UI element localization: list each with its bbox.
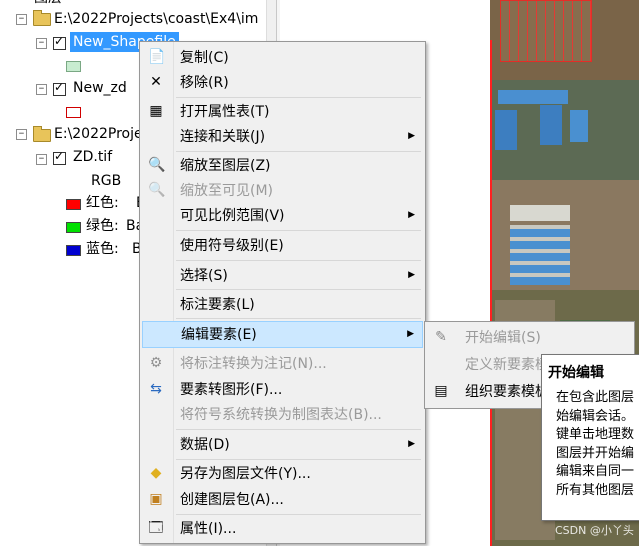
folder-icon bbox=[33, 126, 51, 142]
menu-separator bbox=[176, 318, 421, 319]
zd-tif-visibility-checkbox[interactable] bbox=[53, 149, 66, 165]
green-band-swatch[interactable] bbox=[66, 222, 81, 233]
table-icon: ▦ bbox=[149, 103, 163, 119]
red-band-label: 红色: bbox=[86, 195, 119, 211]
toc-rgb-label: RGB bbox=[91, 173, 122, 189]
zoom-to-layer-icon: 🔍 bbox=[148, 157, 166, 173]
menu-item-zoom-to-visible: 🔍 缩放至可见(M) bbox=[148, 182, 274, 199]
menu-separator bbox=[176, 230, 421, 231]
new-shapefile-visibility-checkbox[interactable] bbox=[53, 34, 66, 50]
menu-item-create-layer-package[interactable]: ▣ 创建图层包(A)... bbox=[142, 487, 423, 512]
submenu-arrow-icon: ▶ bbox=[408, 270, 415, 280]
menu-separator bbox=[176, 459, 421, 460]
menu-item-edit-features[interactable]: 编辑要素(E) ▶ bbox=[142, 321, 423, 348]
menu-item-remove[interactable]: ✕ 移除(R) bbox=[142, 70, 423, 95]
collapse-new-zd-icon[interactable]: − bbox=[36, 84, 47, 95]
submenu-arrow-icon: ▶ bbox=[407, 329, 414, 339]
toc-top-label: 图层 bbox=[34, 0, 62, 8]
menu-item-convert-symbology: 将符号系统转换为制图表达(B)... bbox=[180, 407, 382, 423]
menu-item-properties[interactable]: 🗔 属性(I)... bbox=[142, 516, 423, 541]
tooltip-title: 开始编辑 bbox=[548, 365, 604, 381]
zoom-to-visible-icon: 🔍 bbox=[148, 182, 166, 198]
red-band-swatch[interactable] bbox=[66, 199, 81, 210]
menu-item-save-as-layer-file[interactable]: ◆ 另存为图层文件(Y)... bbox=[142, 461, 423, 486]
copy-icon: 📄 bbox=[148, 49, 166, 65]
menu-separator bbox=[176, 289, 421, 290]
remove-icon: ✕ bbox=[150, 74, 162, 90]
menu-item-convert-labels: ⚙ 将标注转换为注记(N)... bbox=[149, 355, 327, 372]
new-zd-visibility-checkbox[interactable] bbox=[53, 80, 66, 96]
blue-band-label: 蓝色: bbox=[86, 241, 119, 257]
tooltip-body: 在包含此图层 始编辑会话。 键单击地理数 图层并开始编 编辑来自同一 所有其他图… bbox=[556, 390, 635, 498]
blue-band-swatch[interactable] bbox=[66, 245, 81, 256]
collapse-new-shapefile-icon[interactable]: − bbox=[36, 38, 47, 49]
menu-item-copy[interactable]: 📄 复制(C) bbox=[142, 45, 423, 70]
collapse-folder2-icon[interactable]: − bbox=[16, 129, 27, 140]
new-shapefile-symbol[interactable] bbox=[66, 61, 81, 72]
menu-item-symbol-levels[interactable]: 使用符号级别(E) bbox=[142, 233, 423, 258]
menu-item-features-to-graphics[interactable]: ⇆ 要素转图形(F)... bbox=[142, 377, 423, 402]
menu-separator bbox=[176, 429, 421, 430]
convert-labels-icon: ⚙ bbox=[149, 355, 163, 371]
menu-item-label-features[interactable]: 标注要素(L) bbox=[142, 292, 423, 317]
submenu-arrow-icon: ▶ bbox=[408, 439, 415, 449]
new-zd-symbol[interactable] bbox=[66, 107, 81, 118]
watermark: CSDN @小丫头 bbox=[555, 524, 634, 537]
collapse-folder1-icon[interactable]: − bbox=[16, 14, 27, 25]
toc-new-zd-label[interactable]: New_zd bbox=[73, 78, 127, 98]
menu-separator bbox=[176, 151, 421, 152]
layer-package-icon: ▣ bbox=[149, 491, 163, 507]
organize-templates-icon: ▤ bbox=[434, 383, 448, 399]
menu-separator bbox=[176, 514, 421, 515]
layer-file-icon: ◆ bbox=[150, 465, 162, 481]
menu-separator bbox=[176, 97, 421, 98]
submenu-arrow-icon: ▶ bbox=[408, 210, 415, 220]
toc-folder1-label[interactable]: E:\2022Projects\coast\Ex4\im bbox=[54, 9, 258, 29]
menu-item-visible-scale-range[interactable]: 可见比例范围(V) ▶ bbox=[142, 203, 423, 228]
toc-zd-tif-label[interactable]: ZD.tif bbox=[73, 147, 112, 167]
collapse-zd-tif-icon[interactable]: − bbox=[36, 154, 47, 165]
green-band-label: 绿色: bbox=[86, 218, 119, 234]
features-to-graphics-icon: ⇆ bbox=[150, 381, 162, 397]
menu-item-selection[interactable]: 选择(S) ▶ bbox=[142, 263, 423, 288]
toc-folder2-label[interactable]: E:\2022Proje bbox=[54, 124, 143, 144]
folder-icon bbox=[33, 10, 51, 26]
start-editing-tooltip: 开始编辑 在包含此图层 始编辑会话。 键单击地理数 图层并开始编 编辑来自同一 … bbox=[541, 354, 639, 521]
menu-item-zoom-to-layer[interactable]: 🔍 缩放至图层(Z) bbox=[142, 153, 423, 178]
menu-item-joins-relates[interactable]: 连接和关联(J) ▶ bbox=[142, 124, 423, 149]
menu-item-open-attribute-table[interactable]: ▦ 打开属性表(T) bbox=[142, 99, 423, 124]
submenu-arrow-icon: ▶ bbox=[408, 131, 415, 141]
layer-context-menu: 📄 复制(C) ✕ 移除(R) ▦ 打开属性表(T) 连接和关联(J) ▶ 🔍 … bbox=[139, 41, 426, 544]
submenu-item-start-editing[interactable]: ✎ 开始编辑(S) bbox=[427, 325, 632, 350]
pencil-icon: ✎ bbox=[435, 329, 447, 345]
properties-icon: 🗔 bbox=[148, 520, 164, 536]
menu-separator bbox=[176, 260, 421, 261]
menu-item-data[interactable]: 数据(D) ▶ bbox=[142, 432, 423, 457]
